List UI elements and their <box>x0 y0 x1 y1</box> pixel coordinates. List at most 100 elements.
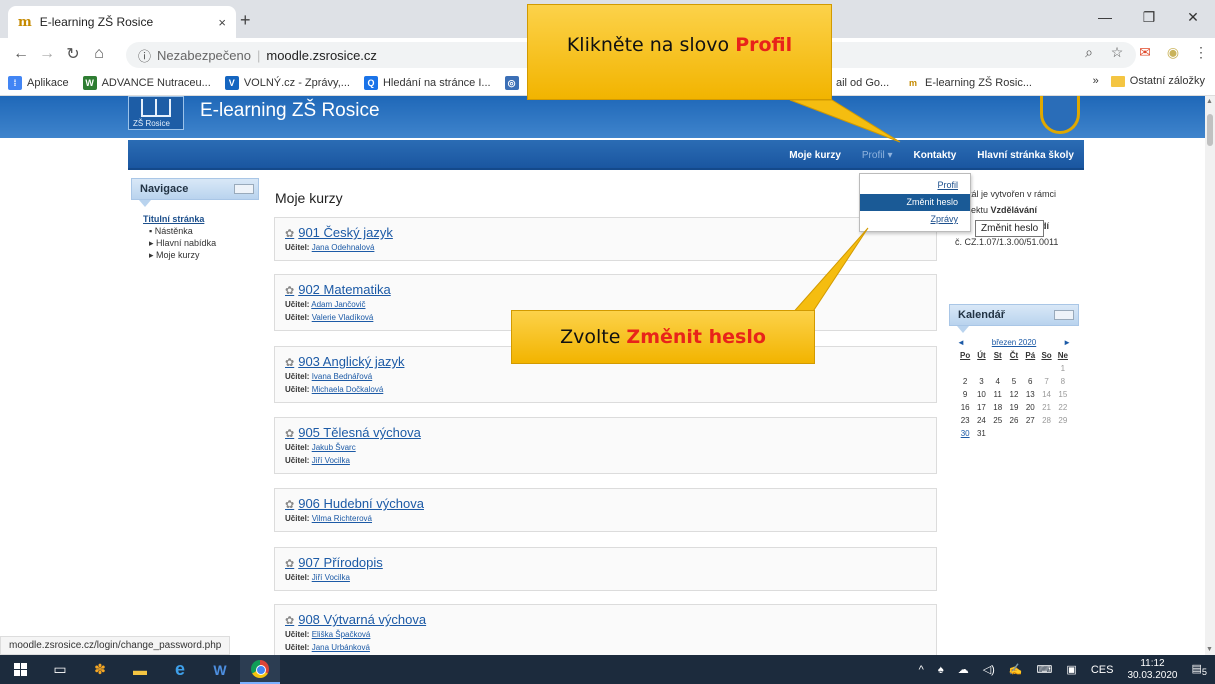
calendar-day[interactable]: 29 <box>1055 414 1071 427</box>
course-link[interactable]: ✿ 902 Matematika <box>285 282 926 297</box>
minimize-icon[interactable]: — <box>1083 0 1127 34</box>
bookmarks-more-button[interactable]: » <box>1093 75 1099 87</box>
teacher-link[interactable]: Jana Urbánková <box>312 643 370 652</box>
teacher-link[interactable]: Jiří Vocilka <box>312 573 350 582</box>
teacher-link[interactable]: Ivana Bednářová <box>312 372 373 381</box>
site-logo[interactable]: ZŠ Rosice <box>128 96 184 130</box>
block-controls-icon[interactable] <box>1054 310 1074 320</box>
nav-home-link[interactable]: Titulní stránka <box>143 213 259 225</box>
calendar-day[interactable]: 7 <box>1038 375 1054 388</box>
calendar-day[interactable]: 6 <box>1022 375 1038 388</box>
teacher-link[interactable]: Eliška Špačková <box>312 630 371 639</box>
profile-icon[interactable]: ◉ <box>1159 44 1187 61</box>
calendar-day[interactable]: 9 <box>957 388 973 401</box>
edge-icon[interactable]: e <box>160 655 200 684</box>
notifications-icon[interactable]: ▤5 <box>1192 662 1208 677</box>
calendar-day[interactable]: 21 <box>1038 401 1054 414</box>
nav-school-homepage[interactable]: Hlavní stránka školy <box>977 150 1074 161</box>
course-link[interactable]: ✿ 907 Přírodopis <box>285 555 926 570</box>
bookmark-unknown[interactable]: ◎ <box>504 75 524 90</box>
calendar-day[interactable]: 18 <box>990 401 1006 414</box>
calendar-day[interactable]: 28 <box>1038 414 1054 427</box>
volume-icon[interactable]: ◁) <box>983 663 995 676</box>
teacher-link[interactable]: Vilma Richterová <box>312 514 372 523</box>
calendar-day[interactable]: 1 <box>1055 362 1071 375</box>
calendar-next-icon[interactable]: ► <box>1063 338 1071 347</box>
dropdown-item-change-password[interactable]: Změnit heslo <box>860 194 970 211</box>
tab-close-icon[interactable]: × <box>218 15 226 30</box>
calendar-day[interactable]: 2 <box>957 375 973 388</box>
calendar-day[interactable]: 27 <box>1022 414 1038 427</box>
browser-tab[interactable]: m E-learning ZŠ Rosice × <box>8 6 236 38</box>
calendar-day[interactable]: 24 <box>973 414 989 427</box>
nav-item-dashboard[interactable]: ▪ Nástěnka <box>143 225 259 237</box>
scroll-up-icon[interactable]: ▲ <box>1206 98 1213 105</box>
file-explorer-icon[interactable]: ▬ <box>120 655 160 684</box>
nav-contacts[interactable]: Kontakty <box>913 150 956 161</box>
info-icon[interactable]: ⓘ <box>138 46 151 65</box>
calendar-day[interactable]: 16 <box>957 401 973 414</box>
calendar-day[interactable]: 30 <box>957 427 973 440</box>
dropdown-item-profile[interactable]: Profil <box>860 177 970 194</box>
calendar-day[interactable]: 19 <box>1006 401 1022 414</box>
site-title[interactable]: E-learning ZŠ Rosice <box>200 100 380 122</box>
course-link[interactable]: ✿ 905 Tělesná výchova <box>285 425 926 440</box>
bookmark-apps[interactable]: ⁞ Aplikace <box>8 75 69 90</box>
bookmark-elearning[interactable]: m E-learning ZŠ Rosic... <box>906 75 1032 90</box>
calendar-month[interactable]: březen 2020 <box>992 338 1036 347</box>
window-close-icon[interactable]: ✕ <box>1171 0 1215 34</box>
scroll-thumb[interactable] <box>1207 114 1213 146</box>
home-icon[interactable]: ⌂ <box>86 45 112 63</box>
calendar-day[interactable]: 12 <box>1006 388 1022 401</box>
bookmark-star-icon[interactable]: ☆ <box>1103 44 1131 61</box>
calendar-day[interactable]: 13 <box>1022 388 1038 401</box>
course-link[interactable]: ✿ 908 Výtvarná výchova <box>285 612 926 627</box>
restore-icon[interactable]: ❐ <box>1127 0 1171 34</box>
pen-icon[interactable]: ✍ <box>1009 663 1023 676</box>
teacher-link[interactable]: Jiří Vocilka <box>312 456 350 465</box>
calendar-day[interactable]: 26 <box>1006 414 1022 427</box>
bookmark-hledani[interactable]: Q Hledání na stránce I... <box>363 75 491 90</box>
ime-icon[interactable]: ▣ <box>1066 663 1076 676</box>
block-controls-icon[interactable] <box>234 184 254 194</box>
calendar-day[interactable]: 8 <box>1055 375 1071 388</box>
calendar-day[interactable]: 5 <box>1006 375 1022 388</box>
teacher-link[interactable]: Jakub Švarc <box>312 443 356 452</box>
calendar-day[interactable]: 10 <box>973 388 989 401</box>
calendar-day[interactable]: 14 <box>1038 388 1054 401</box>
teacher-link[interactable]: Michaela Dočkalová <box>312 385 384 394</box>
start-button[interactable] <box>0 655 40 684</box>
tray-expand-icon[interactable]: ^ <box>919 664 924 676</box>
calendar-day[interactable]: 17 <box>973 401 989 414</box>
keyboard-icon[interactable]: ⌨ <box>1037 663 1053 676</box>
tray-app-icon[interactable]: ♠ <box>938 664 944 676</box>
calendar-day[interactable]: 31 <box>973 427 989 440</box>
back-icon[interactable]: ← <box>8 45 34 63</box>
reload-icon[interactable]: ↻ <box>60 44 86 64</box>
course-link[interactable]: ✿ 901 Český jazyk <box>285 225 926 240</box>
nav-item-my-courses[interactable]: ▸ Moje kurzy <box>143 249 259 261</box>
new-tab-button[interactable]: + <box>240 10 251 31</box>
scroll-down-icon[interactable]: ▼ <box>1206 646 1213 653</box>
calendar-day[interactable]: 4 <box>990 375 1006 388</box>
calendar-day[interactable]: 25 <box>990 414 1006 427</box>
teacher-link[interactable]: Jana Odehnalová <box>312 243 375 252</box>
nav-my-courses[interactable]: Moje kurzy <box>789 150 841 161</box>
calendar-day[interactable]: 15 <box>1055 388 1071 401</box>
other-bookmarks[interactable]: Ostatní záložky <box>1130 75 1205 87</box>
dropdown-item-messages[interactable]: Zprávy <box>860 211 970 228</box>
bookmark-volny[interactable]: V VOLNÝ.cz - Zprávy,... <box>224 75 350 90</box>
chrome-taskbar-icon[interactable] <box>240 655 280 684</box>
calendar-day[interactable]: 3 <box>973 375 989 388</box>
calendar-day[interactable]: 20 <box>1022 401 1038 414</box>
bookmark-gmail[interactable]: ail od Go... <box>836 77 889 89</box>
task-view-icon[interactable]: ▭ <box>40 655 80 684</box>
teacher-link[interactable]: Valerie Vladíková <box>312 313 374 322</box>
bookmark-advance[interactable]: W ADVANCE Nutraceu... <box>82 75 211 90</box>
calendar-day[interactable]: 22 <box>1055 401 1071 414</box>
language-indicator[interactable]: CES <box>1091 664 1114 676</box>
calendar-day[interactable]: 23 <box>957 414 973 427</box>
clock[interactable]: 11:12 30.03.2020 <box>1127 658 1177 682</box>
teacher-link[interactable]: Adam Jančovič <box>311 300 365 309</box>
onedrive-icon[interactable]: ☁ <box>958 663 969 676</box>
